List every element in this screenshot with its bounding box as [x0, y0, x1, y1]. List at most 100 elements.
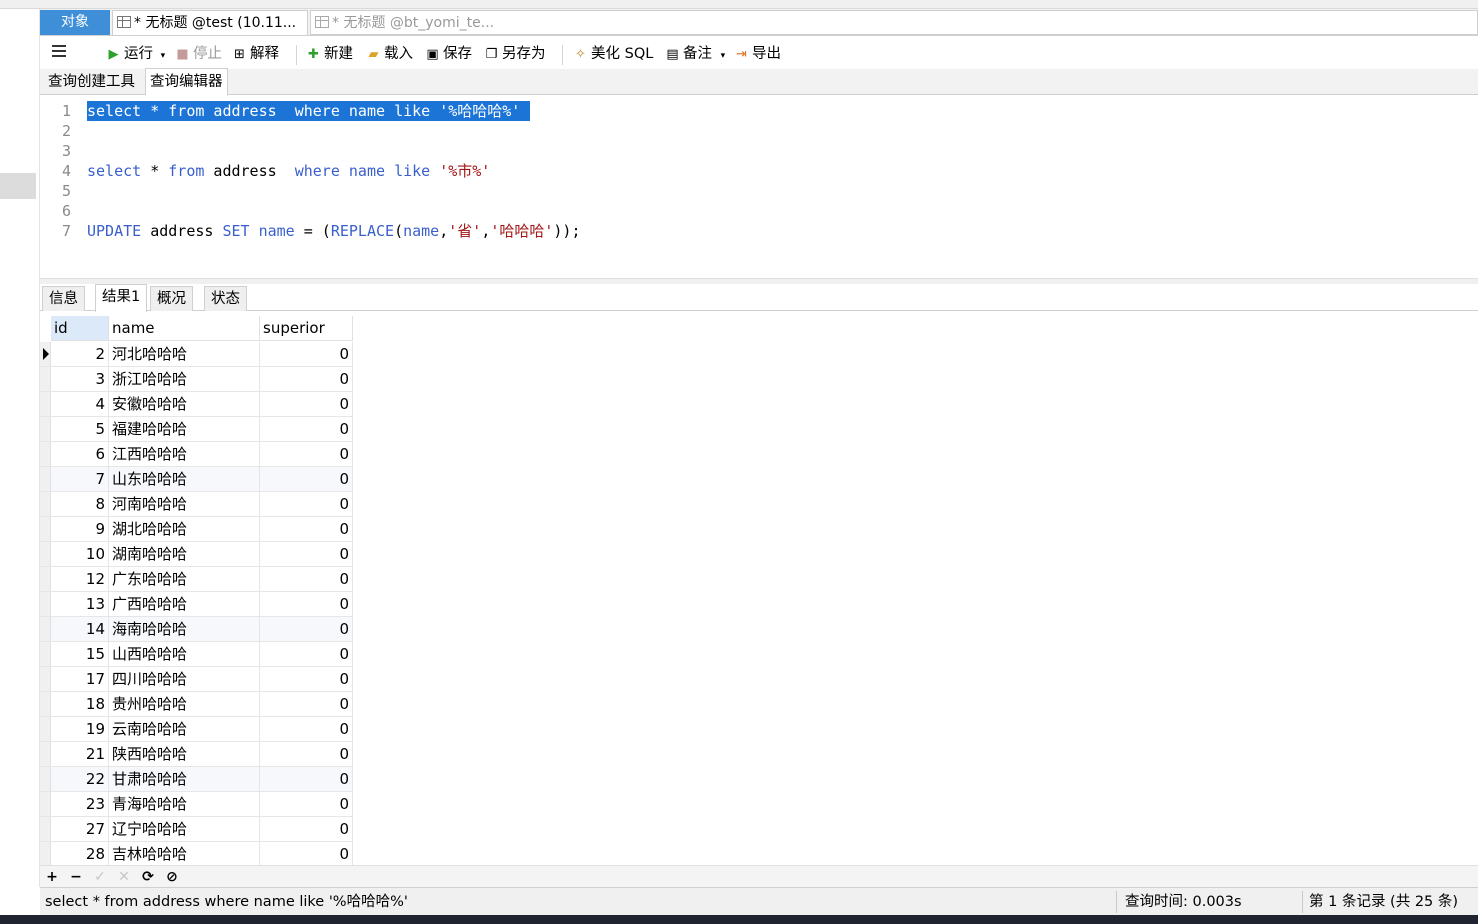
cell-name[interactable]: 贵州哈哈哈: [109, 692, 260, 716]
cell-name[interactable]: 安徽哈哈哈: [109, 392, 260, 416]
row-marker[interactable]: [40, 567, 51, 591]
cell-name[interactable]: 河南哈哈哈: [109, 492, 260, 516]
result-grid[interactable]: id name superior 2 河北哈哈哈 0 3 浙江哈哈哈 0 4 安徽哈哈哈 0 5 福…: [40, 312, 1478, 865]
tab-query-bt-yomi[interactable]: * 无标题 @bt_yomi_te...: [310, 10, 1478, 35]
row-marker[interactable]: [40, 617, 51, 641]
cell-id[interactable]: 3: [51, 367, 109, 391]
cell-name[interactable]: 山西哈哈哈: [109, 642, 260, 666]
run-button[interactable]: ▶ 运行 ▾: [106, 43, 166, 65]
table-row[interactable]: 3 浙江哈哈哈 0: [40, 367, 353, 392]
row-marker[interactable]: [40, 417, 51, 441]
cell-superior[interactable]: 0: [260, 767, 353, 791]
table-row[interactable]: 18 贵州哈哈哈 0: [40, 692, 353, 717]
save-button[interactable]: ▣ 保存: [425, 43, 472, 65]
refresh-button[interactable]: ⟳: [138, 867, 158, 887]
cell-name[interactable]: 山东哈哈哈: [109, 467, 260, 491]
cell-superior[interactable]: 0: [260, 842, 353, 865]
table-row[interactable]: 21 陕西哈哈哈 0: [40, 742, 353, 767]
code-line-1-selected[interactable]: select * from address where name like '%…: [87, 101, 531, 121]
discard-changes-button[interactable]: ✕: [114, 867, 134, 887]
current-row-indicator-icon[interactable]: [40, 342, 51, 366]
tab-info[interactable]: 信息: [42, 286, 85, 311]
cell-name[interactable]: 海南哈哈哈: [109, 617, 260, 641]
menu-icon[interactable]: [52, 45, 66, 57]
comment-dropdown-icon[interactable]: ▾: [721, 51, 726, 61]
tab-profile[interactable]: 概况: [150, 286, 193, 311]
tab-objects[interactable]: 对象: [40, 10, 110, 35]
cell-id[interactable]: 8: [51, 492, 109, 516]
table-row[interactable]: 8 河南哈哈哈 0: [40, 492, 353, 517]
new-button[interactable]: ✚ 新建: [306, 43, 353, 65]
cell-name[interactable]: 浙江哈哈哈: [109, 367, 260, 391]
row-marker[interactable]: [40, 392, 51, 416]
cell-name[interactable]: 湖北哈哈哈: [109, 517, 260, 541]
row-marker[interactable]: [40, 517, 51, 541]
table-row[interactable]: 23 青海哈哈哈 0: [40, 792, 353, 817]
cell-name[interactable]: 四川哈哈哈: [109, 667, 260, 691]
cell-superior[interactable]: 0: [260, 367, 353, 391]
explain-button[interactable]: ⊞ 解释: [232, 43, 279, 65]
table-row[interactable]: 19 云南哈哈哈 0: [40, 717, 353, 742]
sql-editor[interactable]: 1 2 3 4 5 6 7 select * from address wher…: [40, 96, 1478, 278]
comment-button[interactable]: ▤ 备注 ▾: [665, 43, 725, 65]
row-marker[interactable]: [40, 767, 51, 791]
row-marker[interactable]: [40, 742, 51, 766]
cell-id[interactable]: 27: [51, 817, 109, 841]
apply-changes-button[interactable]: ✓: [90, 867, 110, 887]
tab-query-test[interactable]: * 无标题 @test (10.11...: [112, 10, 308, 35]
row-marker[interactable]: [40, 667, 51, 691]
cell-name[interactable]: 江西哈哈哈: [109, 442, 260, 466]
load-button[interactable]: ▰ 载入: [366, 43, 414, 65]
cell-superior[interactable]: 0: [260, 442, 353, 466]
run-dropdown-icon[interactable]: ▾: [161, 51, 166, 61]
row-marker[interactable]: [40, 692, 51, 716]
cell-superior[interactable]: 0: [260, 692, 353, 716]
row-marker[interactable]: [40, 367, 51, 391]
table-row[interactable]: 2 河北哈哈哈 0: [40, 342, 353, 367]
table-row[interactable]: 6 江西哈哈哈 0: [40, 442, 353, 467]
code-line-4[interactable]: select * from address where name like '%…: [87, 161, 490, 181]
cell-id[interactable]: 17: [51, 667, 109, 691]
row-marker[interactable]: [40, 467, 51, 491]
cell-superior[interactable]: 0: [260, 817, 353, 841]
cell-id[interactable]: 19: [51, 717, 109, 741]
cell-superior[interactable]: 0: [260, 667, 353, 691]
stop-refresh-button[interactable]: ⊘: [162, 867, 182, 887]
cell-superior[interactable]: 0: [260, 617, 353, 641]
tab-query-builder[interactable]: 查询创建工具: [44, 69, 139, 95]
row-marker[interactable]: [40, 492, 51, 516]
row-marker[interactable]: [40, 542, 51, 566]
cell-superior[interactable]: 0: [260, 567, 353, 591]
cell-name[interactable]: 湖南哈哈哈: [109, 542, 260, 566]
cell-id[interactable]: 5: [51, 417, 109, 441]
cell-id[interactable]: 23: [51, 792, 109, 816]
table-row[interactable]: 14 海南哈哈哈 0: [40, 617, 353, 642]
table-row[interactable]: 5 福建哈哈哈 0: [40, 417, 353, 442]
row-marker[interactable]: [40, 717, 51, 741]
object-panel-selected-item[interactable]: [0, 173, 36, 199]
add-record-button[interactable]: +: [42, 867, 62, 887]
table-row[interactable]: 17 四川哈哈哈 0: [40, 667, 353, 692]
tab-query-editor[interactable]: 查询编辑器: [145, 68, 228, 96]
cell-superior[interactable]: 0: [260, 492, 353, 516]
cell-superior[interactable]: 0: [260, 792, 353, 816]
cell-id[interactable]: 9: [51, 517, 109, 541]
cell-superior[interactable]: 0: [260, 717, 353, 741]
cell-superior[interactable]: 0: [260, 517, 353, 541]
cell-superior[interactable]: 0: [260, 542, 353, 566]
table-row[interactable]: 10 湖南哈哈哈 0: [40, 542, 353, 567]
cell-superior[interactable]: 0: [260, 417, 353, 441]
column-header-name[interactable]: name: [109, 316, 260, 341]
cell-id[interactable]: 22: [51, 767, 109, 791]
cell-name[interactable]: 甘肃哈哈哈: [109, 767, 260, 791]
table-row[interactable]: 9 湖北哈哈哈 0: [40, 517, 353, 542]
row-marker[interactable]: [40, 792, 51, 816]
table-row[interactable]: 22 甘肃哈哈哈 0: [40, 767, 353, 792]
cell-name[interactable]: 青海哈哈哈: [109, 792, 260, 816]
cell-superior[interactable]: 0: [260, 742, 353, 766]
cell-id[interactable]: 7: [51, 467, 109, 491]
cell-id[interactable]: 13: [51, 592, 109, 616]
cell-superior[interactable]: 0: [260, 342, 353, 366]
cell-id[interactable]: 21: [51, 742, 109, 766]
stop-button[interactable]: ■ 停止: [175, 43, 222, 65]
